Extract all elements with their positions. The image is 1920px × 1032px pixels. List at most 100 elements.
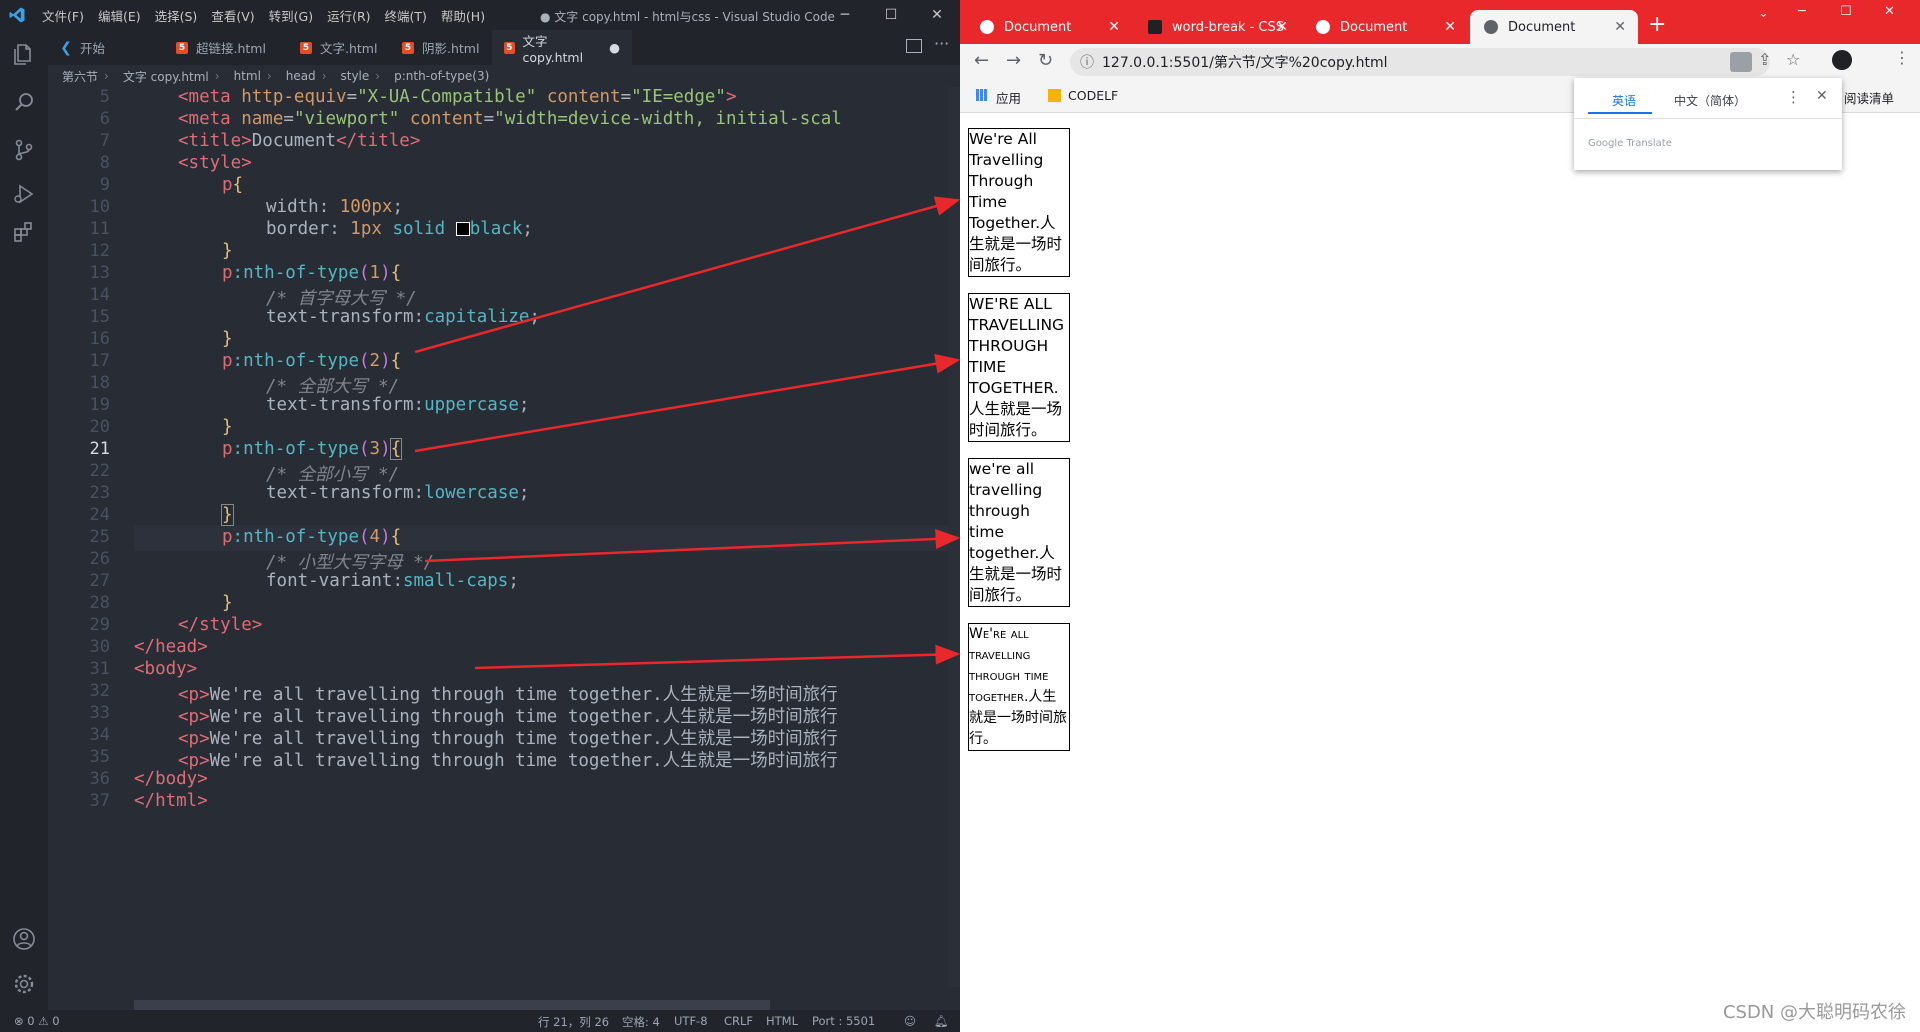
notifications-bell-icon[interactable]: 🔔︎ — [934, 1014, 949, 1028]
vertical-scrollbar[interactable] — [948, 87, 960, 987]
tab-start[interactable]: ❮ 开始 — [48, 30, 164, 65]
minimize-button[interactable]: ─ — [822, 0, 868, 30]
close-tab-icon[interactable]: ✕ — [1108, 19, 1120, 35]
code-line: } — [222, 593, 233, 613]
chevron-right-icon: › — [321, 69, 327, 83]
close-icon[interactable]: ✕ — [1816, 88, 1828, 104]
line-number: 32 — [89, 681, 110, 701]
code-line: text-transform:lowercase; — [266, 483, 530, 503]
translate-source-tab[interactable]: 英语 — [1612, 92, 1636, 109]
code-line: border: 1px solid black; — [266, 219, 533, 239]
menu-run[interactable]: 运行(R) — [327, 6, 370, 25]
browser-toolbar: ← → ↻ ⓘ 127.0.0.1:5501/第六节/文字%20copy.htm… — [960, 44, 1920, 80]
account-icon[interactable] — [12, 927, 36, 951]
menu-file[interactable]: 文件(F) — [42, 6, 84, 25]
tab-text-copy-html[interactable]: 5 文字 copy.html ● — [492, 30, 632, 65]
breadcrumb-head[interactable]: head — [286, 69, 316, 83]
horizontal-scrollbar[interactable] — [134, 1000, 770, 1010]
explorer-icon[interactable] — [12, 42, 36, 66]
demo-paragraph-uppercase: WE'RE ALL TRAVELLING THROUGH TIME TOGETH… — [968, 293, 1070, 442]
problems-indicator[interactable]: ⊗ 0 ⚠ 0 — [14, 1014, 60, 1028]
profile-avatar[interactable] — [1832, 50, 1852, 70]
line-number: 30 — [89, 637, 110, 657]
breadcrumb-style[interactable]: style — [341, 69, 370, 83]
split-editor-icon[interactable] — [906, 39, 922, 53]
browser-tab-document-1[interactable]: Document ✕ — [966, 10, 1132, 44]
feedback-icon[interactable]: ☺ — [904, 1014, 916, 1028]
line-number: 22 — [89, 461, 110, 481]
close-window-button[interactable]: ✕ — [1884, 4, 1895, 19]
source-control-icon[interactable] — [12, 138, 36, 162]
extensions-icon[interactable] — [12, 220, 36, 244]
apps-grid-icon — [976, 89, 988, 101]
more-options-icon[interactable]: ⋮ — [1786, 88, 1801, 106]
end-of-line[interactable]: CRLF — [724, 1014, 753, 1028]
close-window-button[interactable]: ✕ — [914, 0, 960, 30]
encoding[interactable]: UTF-8 — [674, 1014, 708, 1028]
browser-tab-document-2[interactable]: Document ✕ — [1302, 10, 1468, 44]
unsaved-dot-icon[interactable]: ● — [609, 40, 620, 55]
new-tab-button[interactable]: + — [1648, 12, 1666, 37]
globe-icon — [980, 20, 994, 34]
info-icon[interactable]: ⓘ — [1080, 52, 1094, 72]
minimize-button[interactable]: ─ — [1798, 4, 1806, 19]
line-number: 27 — [89, 571, 110, 591]
settings-gear-icon[interactable] — [12, 972, 36, 996]
line-number: 33 — [89, 703, 110, 723]
code-line: <style> — [178, 153, 252, 173]
indentation[interactable]: 空格: 4 — [622, 1014, 660, 1030]
code-line: text-transform:capitalize; — [266, 307, 540, 327]
tab-hyperlink-html[interactable]: 5 超链接.html — [164, 30, 288, 65]
address-bar[interactable]: ⓘ 127.0.0.1:5501/第六节/文字%20copy.html — [1070, 48, 1770, 76]
maximize-button[interactable]: ☐ — [1840, 4, 1852, 19]
active-tab-underline — [1588, 112, 1652, 114]
color-swatch-icon — [455, 222, 470, 236]
code-line: } — [222, 329, 233, 349]
globe-icon — [1484, 20, 1498, 34]
more-actions-icon[interactable]: ··· — [934, 34, 949, 53]
bookmark-star-icon[interactable]: ☆ — [1786, 50, 1800, 69]
browser-tab-word-break[interactable]: word-break - CSS ✕ — [1134, 10, 1300, 44]
window-title: ● 文字 copy.html - html与css - Visual Studi… — [540, 10, 835, 24]
language-mode[interactable]: HTML — [766, 1014, 798, 1028]
reload-icon[interactable]: ↻ — [1038, 50, 1053, 71]
tab-shadow-html[interactable]: 5 阴影.html — [390, 30, 492, 65]
search-icon[interactable] — [12, 90, 36, 114]
breadcrumb-selector[interactable]: p:nth-of-type(3) — [394, 69, 489, 83]
bookmark-apps[interactable]: 应用 — [996, 88, 1021, 107]
browser-menu-icon[interactable]: ⋮ — [1894, 48, 1910, 67]
bookmark-codelf[interactable]: CODELF — [1068, 88, 1118, 103]
translate-icon[interactable] — [1730, 52, 1752, 72]
run-debug-icon[interactable] — [12, 182, 36, 206]
live-server-port[interactable]: Port : 5501 — [812, 1014, 875, 1028]
share-icon[interactable]: ⇪ — [1758, 50, 1771, 69]
breadcrumb-file[interactable]: 文字 copy.html — [123, 68, 209, 85]
line-number: 6 — [99, 109, 110, 129]
menu-view[interactable]: 查看(V) — [211, 6, 254, 25]
close-tab-icon[interactable]: ✕ — [1444, 19, 1456, 35]
menu-go[interactable]: 转到(G) — [269, 6, 313, 25]
forward-arrow-icon[interactable]: → — [1006, 50, 1021, 71]
line-number: 24 — [89, 505, 110, 525]
maximize-button[interactable]: ☐ — [868, 0, 914, 30]
line-number: 25 — [89, 527, 110, 547]
menu-edit[interactable]: 编辑(E) — [98, 6, 141, 25]
breadcrumb-html[interactable]: html — [234, 69, 261, 83]
back-arrow-icon[interactable]: ← — [974, 50, 989, 71]
code-line: <title>Document</title> — [178, 131, 421, 151]
close-tab-icon[interactable]: ✕ — [1276, 19, 1288, 35]
menu-help[interactable]: 帮助(H) — [441, 6, 485, 25]
line-number: 20 — [89, 417, 110, 437]
code-line: <meta name="viewport" content="width=dev… — [178, 109, 842, 129]
reading-list[interactable]: 阅读清单 — [1844, 88, 1894, 107]
code-editor[interactable]: 5 6 7 8 9 10 11 12 13 14 15 16 17 18 19 … — [48, 87, 948, 1005]
close-tab-icon[interactable]: ✕ — [1614, 19, 1626, 35]
breadcrumb-folder[interactable]: 第六节 — [62, 68, 98, 85]
menu-terminal[interactable]: 终端(T) — [385, 6, 427, 25]
tab-text-html[interactable]: 5 文字.html — [288, 30, 390, 65]
tab-search-icon[interactable]: ⌄ — [1758, 6, 1769, 21]
cursor-position[interactable]: 行 21，列 26 — [538, 1014, 609, 1030]
browser-tab-document-active[interactable]: Document ✕ — [1470, 10, 1638, 44]
menu-selection[interactable]: 选择(S) — [155, 6, 198, 25]
translate-target-tab[interactable]: 中文（简体） — [1674, 92, 1746, 109]
